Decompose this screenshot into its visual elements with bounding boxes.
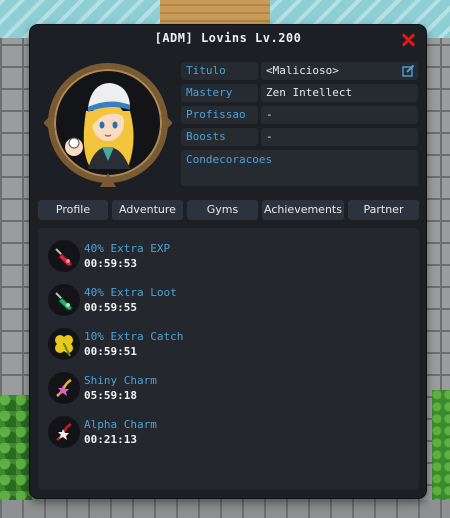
- list-item: Shiny Charm 05:59:18: [48, 368, 408, 408]
- boost-timer: 00:59:53: [84, 257, 137, 270]
- mastery-label: Mastery: [181, 84, 258, 102]
- clover-icon: [48, 328, 80, 360]
- window-title: [ADM] Lovins Lv.200: [154, 31, 302, 45]
- condecoracoes-box: Condecoracoes: [181, 150, 418, 186]
- tab-gyms[interactable]: Gyms: [187, 200, 258, 220]
- boost-timer: 00:59:55: [84, 301, 137, 314]
- condecoracoes-label: Condecoracoes: [186, 153, 273, 166]
- titulo-value: <Malicioso>: [261, 62, 418, 80]
- list-item: Alpha Charm 00:21:13: [48, 412, 408, 452]
- boost-name: Alpha Charm: [84, 418, 157, 431]
- profile-tabs: Profile Adventure Gyms Achievements Part…: [38, 200, 419, 220]
- boost-name: 40% Extra Loot: [84, 286, 177, 299]
- mastery-value: Zen Intellect: [261, 84, 418, 102]
- grass-tiles-right: [432, 390, 450, 500]
- tab-partner[interactable]: Partner: [348, 200, 419, 220]
- red-potion-icon: [48, 240, 80, 272]
- boosts-label: Boosts: [181, 128, 258, 146]
- row-profissao: Profissao -: [181, 106, 418, 124]
- tab-achievements[interactable]: Achievements: [262, 200, 344, 220]
- boost-timer: 00:59:51: [84, 345, 137, 358]
- row-boosts: Boosts -: [181, 128, 418, 146]
- profissao-label: Profissao: [181, 106, 258, 124]
- boost-timer: 05:59:18: [84, 389, 137, 402]
- list-item: 40% Extra EXP 00:59:53: [48, 236, 408, 276]
- list-item: 10% Extra Catch 00:59:51: [48, 324, 408, 364]
- row-titulo: Titulo <Malicioso>: [181, 62, 418, 80]
- alpha-charm-icon: [48, 416, 80, 448]
- profile-info: Titulo <Malicioso> Mastery Zen Intellect…: [181, 62, 418, 186]
- green-potion-icon: [48, 284, 80, 316]
- tab-adventure[interactable]: Adventure: [112, 200, 183, 220]
- edit-icon[interactable]: [402, 64, 415, 77]
- boosts-panel: 40% Extra EXP 00:59:53 40% Extra Loot 00…: [38, 228, 419, 490]
- row-mastery: Mastery Zen Intellect: [181, 84, 418, 102]
- boost-name: 10% Extra Catch: [84, 330, 184, 343]
- player-profile-window: [ADM] Lovins Lv.200 Titulo <Malicioso> M…: [30, 25, 426, 498]
- shiny-charm-icon: [48, 372, 80, 404]
- close-icon[interactable]: [401, 33, 415, 47]
- tab-profile[interactable]: Profile: [38, 200, 108, 220]
- boosts-value: -: [261, 128, 418, 146]
- list-item: 40% Extra Loot 00:59:55: [48, 280, 408, 320]
- titulo-value-text: <Malicioso>: [266, 64, 339, 77]
- boost-name: 40% Extra EXP: [84, 242, 171, 255]
- avatar: [44, 63, 172, 187]
- boost-name: Shiny Charm: [84, 374, 157, 387]
- profissao-value: -: [261, 106, 418, 124]
- titulo-label: Titulo: [181, 62, 258, 80]
- boost-timer: 00:21:13: [84, 433, 137, 446]
- stone-floor-tiles: [0, 500, 450, 518]
